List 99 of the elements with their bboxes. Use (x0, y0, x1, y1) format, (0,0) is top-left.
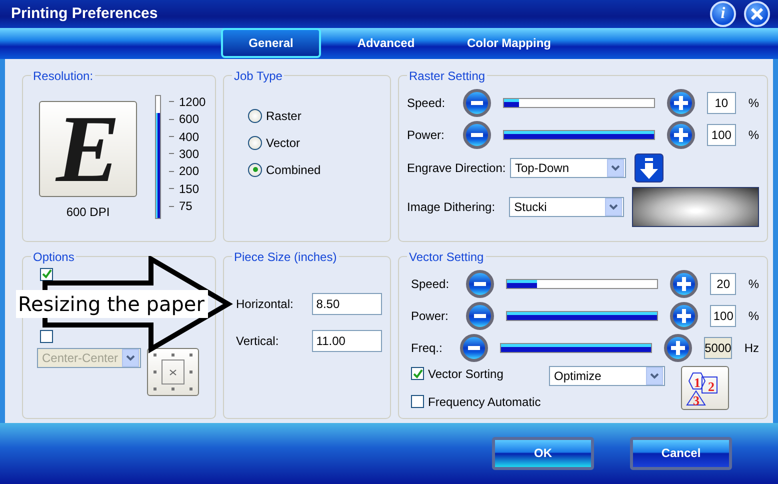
radio-label: Combined (266, 162, 321, 177)
plus-button[interactable] (664, 334, 692, 362)
plus-icon (670, 340, 685, 355)
direction-dropdown[interactable]: Top-Down (510, 158, 626, 178)
resolution-mark: 1200 (179, 94, 206, 109)
minus-button[interactable] (462, 120, 490, 149)
unit-label: % (748, 276, 759, 291)
caret-icon (646, 366, 663, 385)
value-field[interactable]: 100 (706, 124, 736, 146)
value-field[interactable]: 20 (710, 272, 736, 295)
resolution-mark: 150 (179, 182, 200, 196)
close-button[interactable] (744, 0, 770, 27)
checkbox-label: Frequency Automatic (428, 394, 541, 409)
minus-icon (474, 314, 486, 318)
plus-icon (677, 276, 692, 291)
resolution-mark: 400 (179, 130, 200, 144)
tick-mark (169, 170, 174, 172)
order-number: 2 (708, 378, 714, 394)
checkbox-label: Vector Sorting (428, 366, 504, 381)
unit-label: % (748, 96, 759, 110)
value-field[interactable]: 10 (706, 92, 736, 114)
dithering-dropdown[interactable]: Stucki (509, 196, 624, 217)
tick-mark (169, 101, 174, 102)
minus-button[interactable] (466, 270, 494, 298)
slider-track[interactable] (506, 278, 658, 289)
plus-icon (674, 128, 688, 142)
tick-mark (169, 206, 174, 207)
slider-label: Power: (407, 128, 446, 142)
radio-label: Raster (266, 108, 302, 123)
resolution-mark: 600 (179, 112, 200, 126)
field-label: Horizontal: (236, 296, 294, 311)
resolution-slider-track[interactable] (155, 94, 161, 219)
tick-mark (169, 118, 174, 120)
slider-label: Power: (411, 308, 450, 323)
resolution-mark: 300 (179, 146, 200, 161)
plus-button[interactable] (666, 120, 694, 149)
resolution-preview-button[interactable]: E (39, 100, 137, 197)
checkbox[interactable] (40, 268, 53, 281)
arrow-down-icon (634, 152, 664, 183)
cancel-button[interactable]: Cancel (630, 436, 732, 470)
tab[interactable]: General (221, 28, 321, 58)
caret-icon (122, 348, 139, 367)
slider-label: Speed: (411, 276, 450, 291)
caret-icon (607, 158, 624, 177)
slider-track[interactable] (502, 98, 654, 108)
tick-mark (169, 153, 174, 154)
unit-label: Hz (744, 340, 759, 355)
tick-mark (169, 188, 174, 190)
plus-button[interactable] (670, 302, 698, 330)
ok-button[interactable]: OK (492, 436, 594, 470)
radio-button[interactable] (248, 108, 262, 123)
panel-title: Resolution: (32, 68, 94, 83)
field-label: Vertical: (236, 334, 280, 348)
radio-label: Vector (266, 136, 300, 150)
sort-order-button[interactable]: 1 2 3 (681, 366, 729, 410)
checkbox[interactable] (411, 367, 424, 380)
resolution-mark: 75 (179, 199, 192, 214)
minus-button[interactable] (462, 88, 490, 117)
minus-icon (474, 282, 486, 286)
resolution-mark: 200 (179, 164, 200, 178)
value-field[interactable]: 100 (710, 304, 736, 327)
checkbox[interactable] (411, 395, 424, 408)
size-field[interactable]: 11.00 (312, 330, 382, 352)
sorting-dropdown[interactable]: Optimize (549, 366, 665, 386)
value-readout: 5000 (704, 336, 732, 359)
order-number: 3 (693, 392, 700, 407)
checkbox[interactable] (40, 330, 53, 343)
panel-title: Piece Size (inches) (233, 250, 338, 264)
minus-icon (470, 132, 482, 137)
minus-icon (470, 100, 482, 105)
minus-button[interactable] (460, 334, 488, 362)
panel-title: Raster Setting (408, 68, 486, 83)
unit-label: % (748, 128, 759, 142)
close-icon (751, 8, 763, 20)
minus-button[interactable] (466, 302, 494, 330)
plus-icon (677, 308, 692, 323)
position-grid-button[interactable] (147, 348, 199, 396)
caret-icon (605, 198, 622, 216)
minus-icon (468, 346, 480, 350)
slider-label: Speed: (407, 96, 446, 110)
dpi-label: 600 DPI (66, 204, 110, 219)
plus-button[interactable] (670, 270, 698, 298)
radio-button[interactable] (248, 162, 262, 177)
panel-title: Options (32, 250, 76, 264)
tab[interactable]: Color Mapping (451, 28, 567, 58)
tick-mark (169, 136, 174, 138)
unit-label: % (748, 308, 759, 323)
plus-icon (674, 96, 688, 110)
window-title: Printing Preferences (11, 5, 159, 22)
order-number: 1 (694, 374, 700, 390)
field-label: Image Dithering: (407, 200, 496, 214)
panel-title: Job Type (233, 68, 284, 83)
callout-text: Resizing the paper (16, 290, 208, 318)
tab[interactable]: Advanced (341, 28, 431, 58)
slider-label: Freq.: (411, 340, 444, 355)
radio-button[interactable] (248, 136, 262, 150)
size-field[interactable]: 8.50 (312, 292, 382, 315)
plus-button[interactable] (666, 88, 694, 117)
panel-title: Vector Setting (408, 250, 485, 264)
